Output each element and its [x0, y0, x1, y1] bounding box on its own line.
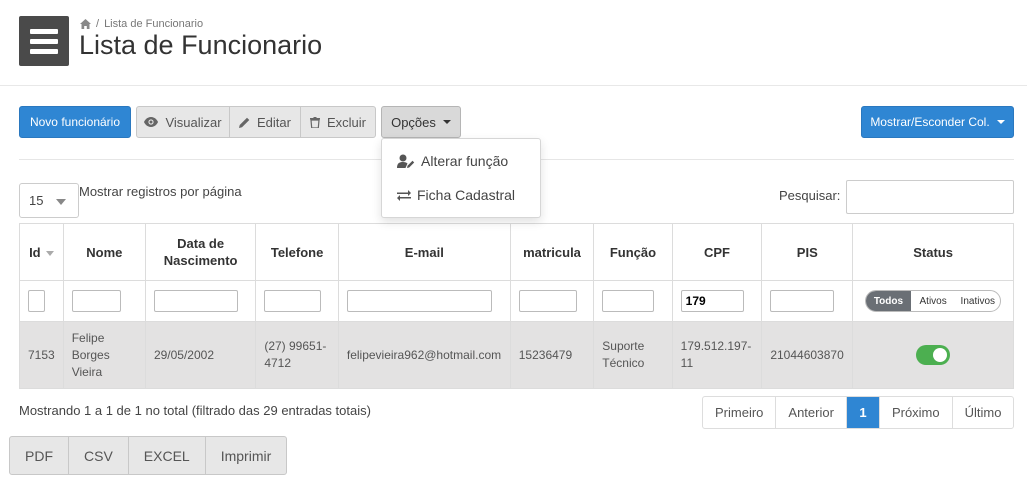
- new-employee-button[interactable]: Novo funcionário: [19, 106, 131, 138]
- filter-email-input[interactable]: [346, 290, 492, 312]
- filter-funcao-input[interactable]: [602, 290, 655, 312]
- cell-telefone: (27) 99651-4712: [255, 321, 339, 389]
- columns-label: Mostrar/Esconder Col.: [870, 115, 990, 129]
- page-title: Lista de Funcionario: [79, 30, 323, 60]
- column-header-id[interactable]: Id: [19, 223, 64, 281]
- column-header-matricula[interactable]: matricula: [509, 223, 595, 281]
- status-filter-inativos[interactable]: Inativos: [955, 291, 1000, 311]
- filter-data-input[interactable]: [153, 290, 238, 312]
- column-header-pis[interactable]: PIS: [761, 223, 854, 281]
- caret-down-icon: [442, 120, 451, 124]
- cell-email: felipevieira962@hotmail.com: [337, 321, 511, 389]
- cell-nome: Felipe Borges Vieira: [62, 321, 146, 389]
- edit-label: Editar: [257, 114, 291, 130]
- table-row[interactable]: 7153 Felipe Borges Vieira 29/05/2002 (27…: [19, 321, 1014, 389]
- user-edit-icon: [397, 154, 415, 168]
- menu-bar: [30, 38, 58, 44]
- pagination-next[interactable]: Próximo: [878, 397, 952, 428]
- cell-pis: 21044603870: [761, 321, 854, 389]
- options-menu: Alterar função Ficha Cadastral: [381, 138, 541, 218]
- export-buttons: PDF CSV EXCEL Imprimir: [9, 436, 288, 475]
- filter-pis-input[interactable]: [770, 290, 835, 312]
- delete-button[interactable]: Excluir: [300, 106, 376, 138]
- cell-id: 7153: [19, 321, 64, 389]
- pagination: Primeiro Anterior 1 Próximo Último: [702, 396, 1015, 429]
- breadcrumb-current: Lista de Funcionario: [104, 18, 204, 30]
- filter-cpf-input[interactable]: [680, 290, 744, 312]
- options-dropdown-button[interactable]: Opções: [381, 106, 461, 138]
- table-header-row: Id Nome Data de Nascimento Telefone E-ma…: [19, 223, 1014, 281]
- options-label: Opções: [391, 114, 436, 130]
- page-length-select[interactable]: 15: [19, 183, 79, 218]
- menu-item-label: Ficha Cadastral: [417, 187, 516, 203]
- pencil-icon: [239, 117, 250, 128]
- page-length-label: Mostrar registros por página: [79, 184, 242, 199]
- export-pdf-button[interactable]: PDF: [10, 437, 68, 474]
- column-header-telefone[interactable]: Telefone: [255, 223, 339, 281]
- print-button[interactable]: Imprimir: [204, 437, 287, 474]
- pagination-last[interactable]: Último: [951, 397, 1014, 428]
- column-label: Id: [29, 244, 41, 260]
- trash-icon: [309, 116, 320, 128]
- employee-table: Id Nome Data de Nascimento Telefone E-ma…: [19, 223, 1014, 389]
- filter-telefone-input[interactable]: [264, 290, 322, 312]
- column-header-data-nascimento[interactable]: Data de Nascimento: [144, 223, 257, 281]
- exchange-icon: [397, 190, 411, 201]
- menu-item-ficha-cadastral[interactable]: Ficha Cadastral: [397, 187, 515, 203]
- delete-label: Excluir: [326, 114, 366, 130]
- column-header-email[interactable]: E-mail: [337, 223, 511, 281]
- status-filter-ativos[interactable]: Ativos: [911, 291, 956, 311]
- menu-item-alterar-funcao[interactable]: Alterar função: [397, 153, 508, 169]
- column-header-cpf[interactable]: CPF: [671, 223, 763, 281]
- column-header-nome[interactable]: Nome: [62, 223, 146, 281]
- pagination-page-1[interactable]: 1: [845, 397, 879, 428]
- breadcrumb: / Lista de Funcionario: [80, 18, 203, 30]
- menu-toggle-button[interactable]: [19, 16, 69, 66]
- column-header-funcao[interactable]: Função: [593, 223, 673, 281]
- filter-id-input[interactable]: [28, 290, 45, 312]
- status-filter-toggle: Todos Ativos Inativos: [865, 290, 1002, 312]
- view-label: Visualizar: [165, 114, 222, 130]
- view-button[interactable]: Visualizar: [136, 106, 230, 138]
- cell-matricula: 15236479: [509, 321, 595, 389]
- export-csv-button[interactable]: CSV: [68, 437, 128, 474]
- page-length-value: 15: [29, 193, 44, 208]
- home-icon[interactable]: [80, 19, 91, 29]
- search-label: Pesquisar:: [779, 188, 841, 203]
- caret-down-icon: [996, 120, 1005, 124]
- cell-status: [852, 321, 1014, 389]
- page-header: / Lista de Funcionario Lista de Funciona…: [0, 0, 1027, 86]
- filter-nome-input[interactable]: [71, 290, 121, 312]
- column-header-status[interactable]: Status: [852, 223, 1014, 281]
- breadcrumb-separator: /: [96, 18, 100, 30]
- menu-bar: [30, 48, 58, 54]
- pagination-previous[interactable]: Anterior: [775, 397, 846, 428]
- pagination-first[interactable]: Primeiro: [703, 397, 775, 428]
- table-info: Mostrando 1 a 1 de 1 no total (filtrado …: [19, 403, 371, 418]
- edit-button[interactable]: Editar: [229, 106, 301, 138]
- filter-matricula-input[interactable]: [518, 290, 577, 312]
- cell-cpf: 179.512.197-11: [671, 321, 763, 389]
- status-filter-todos[interactable]: Todos: [866, 291, 911, 311]
- sort-icon: [45, 250, 54, 256]
- show-hide-columns-button[interactable]: Mostrar/Esconder Col.: [861, 106, 1014, 138]
- eye-icon: [144, 117, 159, 127]
- menu-bar: [30, 28, 58, 34]
- export-excel-button[interactable]: EXCEL: [127, 437, 205, 474]
- cell-funcao: Suporte Técnico: [593, 321, 673, 389]
- chevron-down-icon: [56, 199, 66, 205]
- filter-row: Todos Ativos Inativos: [19, 280, 1014, 322]
- menu-item-label: Alterar função: [421, 153, 509, 169]
- search-input[interactable]: [846, 180, 1014, 214]
- status-toggle[interactable]: [916, 345, 951, 365]
- cell-data: 29/05/2002: [144, 321, 257, 389]
